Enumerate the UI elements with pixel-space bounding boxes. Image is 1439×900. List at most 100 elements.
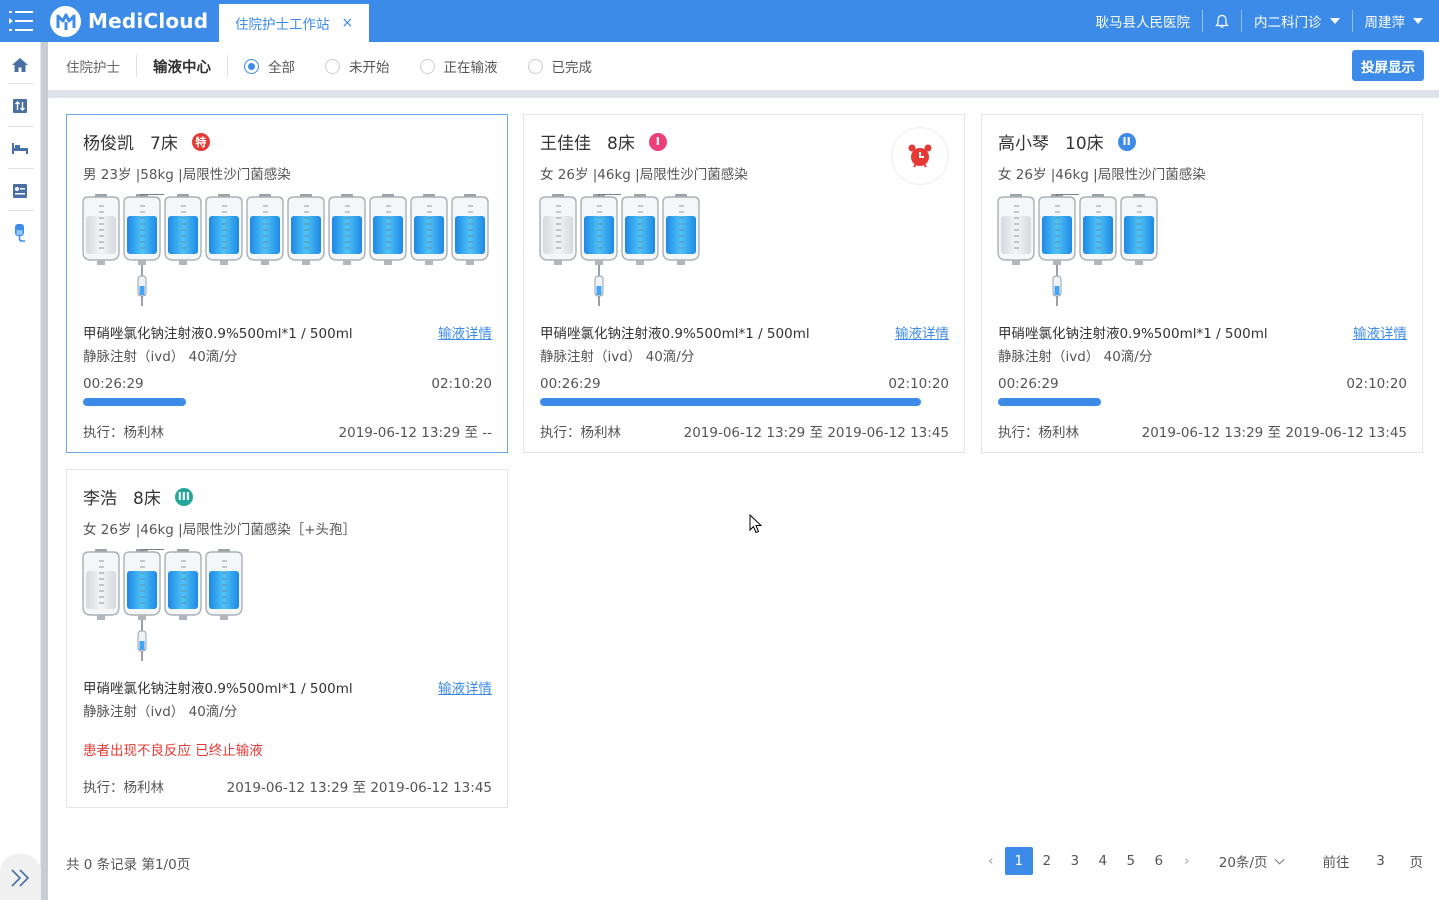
infusion-bag-part bbox=[261, 260, 269, 265]
page-button-4[interactable]: 4 bbox=[1089, 847, 1117, 875]
brand-logo: MediCloud bbox=[50, 5, 208, 37]
filter-radio-in-progress[interactable]: 正在输液 bbox=[419, 56, 498, 76]
infusion-bag-part bbox=[1054, 286, 1060, 295]
menu-toggle-icon[interactable] bbox=[8, 7, 34, 35]
infusion-bag-part bbox=[1094, 260, 1102, 265]
drug-name: 甲硝唑氯化钠注射液0.9%500ml*1 / 500ml bbox=[998, 326, 1268, 342]
infusion-detail-link[interactable]: 输液详情 bbox=[895, 322, 949, 342]
patient-name: 李浩 bbox=[83, 489, 117, 509]
mouse-cursor-icon bbox=[749, 514, 763, 534]
sidebar-expand-button[interactable] bbox=[0, 854, 41, 900]
prev-page-icon[interactable]: ‹ bbox=[977, 847, 1005, 875]
page-title: 输液中心 bbox=[153, 59, 211, 76]
patient-name: 王佳佳 bbox=[540, 134, 591, 154]
infusion-bag-part bbox=[636, 260, 644, 265]
infusion-progress-bar bbox=[83, 398, 186, 406]
page-size-select[interactable]: 20条/页 bbox=[1219, 851, 1284, 871]
hospital-name: 耿马县人民医院 bbox=[1095, 15, 1191, 31]
record-icon[interactable] bbox=[10, 181, 30, 201]
breadcrumb[interactable]: 住院护士 bbox=[66, 56, 120, 76]
chevron-down-icon bbox=[1274, 854, 1284, 864]
patient-card[interactable]: 高小琴 10床 II 女 26岁 |46kg |局限性沙门菌感染 甲硝唑氯化钠注… bbox=[981, 114, 1423, 453]
infusion-icon[interactable] bbox=[10, 222, 30, 242]
chevron-down-icon bbox=[1329, 18, 1340, 24]
patient-card[interactable]: 李浩 8床 III 女 26岁 |46kg |局限性沙门菌感染［+头孢］ 甲硝唑… bbox=[66, 469, 508, 808]
infusion-bag-part bbox=[1135, 260, 1143, 265]
infusion-bag-part bbox=[466, 260, 474, 265]
transfer-icon[interactable] bbox=[10, 96, 30, 116]
patient-card[interactable]: 杨俊凯 7床 特 男 23岁 |58kg |局限性沙门菌感染 甲硝唑氯化钠注射液… bbox=[66, 114, 508, 453]
patient-info: 女 26岁 |46kg |局限性沙门菌感染［+头孢］ bbox=[83, 522, 357, 538]
patient-name: 高小琴 bbox=[998, 134, 1049, 154]
infusion-bag-part bbox=[138, 260, 146, 265]
page-button-5[interactable]: 5 bbox=[1117, 847, 1145, 875]
sidebar bbox=[0, 42, 41, 900]
page-button-2[interactable]: 2 bbox=[1033, 847, 1061, 875]
drug-name: 甲硝唑氯化钠注射液0.9%500ml*1 / 500ml bbox=[540, 326, 810, 342]
filter-radio-not-started[interactable]: 未开始 bbox=[325, 56, 390, 76]
care-level-badge: I bbox=[648, 132, 667, 151]
infusion-bag-part bbox=[220, 615, 228, 620]
infusion-bag-part bbox=[139, 286, 145, 295]
drug-name: 甲硝唑氯化钠注射液0.9%500ml*1 / 500ml bbox=[83, 681, 353, 697]
screen-cast-button[interactable]: 投屏显示 bbox=[1352, 50, 1424, 81]
pagination: ‹ 1 2 3 4 5 6 › 20条/页 前往 3 页 bbox=[977, 847, 1423, 875]
filter-radio-all[interactable]: 全部 bbox=[244, 56, 295, 76]
infusion-bag-part bbox=[179, 260, 187, 265]
executor: 执行：杨利林 bbox=[83, 780, 164, 796]
bed-icon[interactable] bbox=[10, 138, 30, 158]
adverse-reaction-warning: 患者出现不良反应 已终止输液 bbox=[83, 743, 263, 759]
tab-nurse-workstation[interactable]: 住院护士工作站 × bbox=[219, 4, 369, 42]
bed-number: 10床 bbox=[1065, 134, 1104, 154]
infusion-bag-part bbox=[97, 615, 105, 620]
page-button-3[interactable]: 3 bbox=[1061, 847, 1089, 875]
infusion-progress-bar bbox=[998, 398, 1101, 406]
filter-radio-completed[interactable]: 已完成 bbox=[527, 56, 592, 76]
infusion-bag-part bbox=[179, 615, 187, 620]
chevron-down-icon bbox=[1413, 18, 1423, 24]
home-icon[interactable] bbox=[10, 55, 30, 75]
infusion-bags bbox=[82, 194, 489, 306]
infusion-bag-part bbox=[677, 260, 685, 265]
notification-bell-icon[interactable] bbox=[1203, 11, 1241, 31]
tab-label: 住院护士工作站 bbox=[235, 17, 330, 33]
user-menu[interactable]: 周建萍 bbox=[1353, 11, 1439, 31]
elapsed-time: 00:26:29 bbox=[83, 376, 144, 392]
infusion-bag-part bbox=[302, 260, 310, 265]
alarm-clock-icon[interactable] bbox=[892, 128, 948, 184]
next-page-icon[interactable]: › bbox=[1173, 847, 1201, 875]
page-button-1[interactable]: 1 bbox=[1004, 847, 1033, 875]
patient-info: 女 26岁 |46kg |局限性沙门菌感染 bbox=[540, 167, 748, 183]
infusion-bag-part bbox=[1012, 260, 1020, 265]
top-bar: MediCloud 住院护士工作站 × 耿马县人民医院 内二科门诊 周建萍 bbox=[0, 0, 1439, 42]
brand-logo-icon bbox=[50, 5, 81, 37]
total-time: 02:10:20 bbox=[1346, 376, 1407, 392]
bed-number: 7床 bbox=[150, 134, 178, 154]
infusion-bag-part bbox=[220, 260, 228, 265]
patient-card[interactable]: 王佳佳 8床 I 女 26岁 |46kg |局限性沙门菌感染 甲硝唑氯化钠注射液… bbox=[523, 114, 965, 453]
infusion-bags bbox=[82, 549, 243, 661]
infusion-route: 静脉注射（ivd） 40滴/分 bbox=[83, 349, 238, 365]
patient-info: 男 23岁 |58kg |局限性沙门菌感染 bbox=[83, 167, 291, 183]
infusion-detail-link[interactable]: 输液详情 bbox=[438, 322, 492, 342]
infusion-bag-part bbox=[343, 260, 351, 265]
tab-close-icon[interactable]: × bbox=[342, 15, 354, 31]
drug-name: 甲硝唑氯化钠注射液0.9%500ml*1 / 500ml bbox=[83, 326, 353, 342]
infusion-detail-link[interactable]: 输液详情 bbox=[1353, 322, 1407, 342]
bed-number: 8床 bbox=[607, 134, 635, 154]
total-time: 02:10:20 bbox=[431, 376, 492, 392]
infusion-route: 静脉注射（ivd） 40滴/分 bbox=[998, 349, 1153, 365]
goto-page-input[interactable]: 3 bbox=[1360, 853, 1402, 869]
infusion-bag-part bbox=[596, 286, 602, 295]
time-range: 2019-06-12 13:29 至 2019-06-12 13:45 bbox=[683, 425, 949, 441]
infusion-detail-link[interactable]: 输液详情 bbox=[438, 677, 492, 697]
infusion-bag-part bbox=[425, 260, 433, 265]
executor: 执行：杨利林 bbox=[998, 425, 1079, 441]
infusion-bag-part bbox=[139, 641, 145, 650]
infusion-route: 静脉注射（ivd） 40滴/分 bbox=[540, 349, 695, 365]
executor: 执行：杨利林 bbox=[83, 425, 164, 441]
patient-info: 女 26岁 |46kg |局限性沙门菌感染 bbox=[998, 167, 1206, 183]
time-range: 2019-06-12 13:29 至 2019-06-12 13:45 bbox=[226, 780, 492, 796]
page-button-6[interactable]: 6 bbox=[1145, 847, 1173, 875]
department-select[interactable]: 内二科门诊 bbox=[1242, 11, 1352, 31]
